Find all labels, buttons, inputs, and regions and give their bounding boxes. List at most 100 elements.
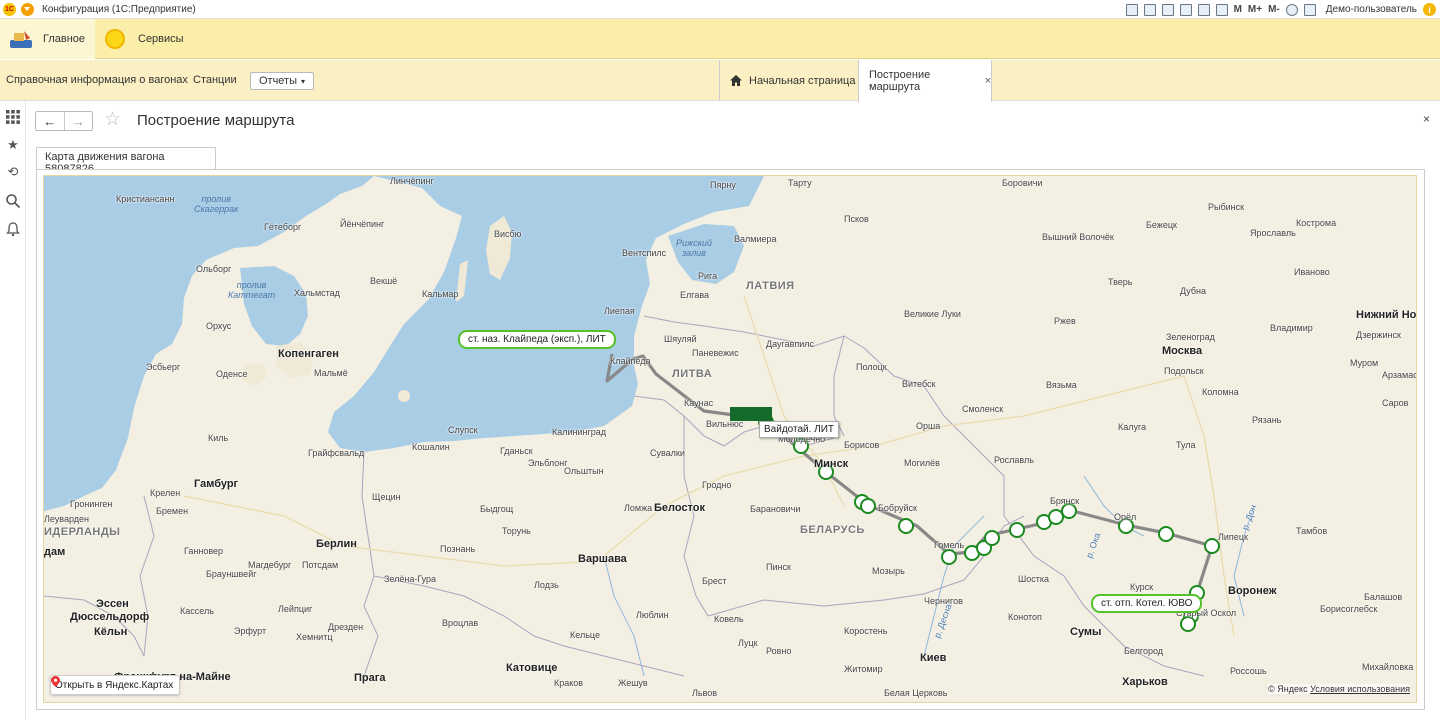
calculator-icon[interactable] xyxy=(1197,3,1210,16)
map-label: Векшё xyxy=(370,276,398,286)
map-label: Дзержинск xyxy=(1356,330,1401,340)
map-label-city: Гамбург xyxy=(194,478,239,490)
station-tooltip: Вайдотай. ЛИТ xyxy=(759,421,840,438)
print-preview-icon[interactable] xyxy=(1179,3,1192,16)
zoom-icon[interactable] xyxy=(1285,3,1298,16)
attach-icon[interactable] xyxy=(1161,3,1174,16)
section-home[interactable]: Главное xyxy=(0,19,95,59)
history-icon[interactable]: ⟲ xyxy=(5,164,21,180)
user-name[interactable]: Демо-пользователь xyxy=(1326,4,1417,15)
map-label: Мальмё xyxy=(314,368,348,378)
section-services[interactable]: Сервисы xyxy=(95,19,195,59)
window-mode-icon[interactable] xyxy=(1303,3,1316,16)
reports-label: Отчеты xyxy=(258,75,297,87)
map-label-city: Дюссельдорф xyxy=(70,611,150,623)
map-label: Сувалки xyxy=(650,448,685,458)
nav-link-stations[interactable]: Станции xyxy=(193,74,237,86)
map-label: Щецин xyxy=(372,492,401,502)
route-map[interactable]: Кристиансанн пролив Скагеррак Гётеборг Й… xyxy=(43,175,1417,703)
map-label: Тарту xyxy=(788,178,812,188)
map-label: Белгород xyxy=(1124,646,1164,656)
left-sidebar: ★ ⟲ xyxy=(0,101,26,719)
map-label: Ржев xyxy=(1054,316,1076,326)
map-label: Рыбинск xyxy=(1208,202,1245,212)
map-label: Дубна xyxy=(1180,286,1207,296)
map-label-city: Кёльн xyxy=(94,626,128,638)
map-label: Зелёна-Гура xyxy=(384,574,437,584)
home-icon xyxy=(730,75,742,86)
history-nav-buttons: ← → xyxy=(35,111,93,131)
map-label: Бремен xyxy=(156,506,189,516)
map-label: Гомель xyxy=(934,540,965,550)
map-label-country: ЛАТВИЯ xyxy=(746,280,795,292)
map-label: Кальмар xyxy=(422,289,459,299)
print-icon[interactable] xyxy=(1143,3,1156,16)
memory-button[interactable]: M xyxy=(1234,4,1242,15)
save-icon[interactable] xyxy=(1125,3,1138,16)
close-form-icon[interactable]: × xyxy=(1423,112,1430,126)
map-label: Луцк xyxy=(738,638,758,648)
map-label: Ломжа xyxy=(624,503,653,513)
open-in-yandex-maps-label: Открыть в Яндекс.Картах xyxy=(55,679,174,691)
calendar-icon[interactable] xyxy=(1215,3,1228,16)
map-label: Шостка xyxy=(1018,574,1050,584)
tab-close-icon[interactable]: × xyxy=(985,75,991,87)
back-button[interactable]: ← xyxy=(36,112,65,130)
main-menu-icon[interactable] xyxy=(21,2,34,16)
map-label: Коростень xyxy=(844,626,888,636)
map-label: Хемнитц xyxy=(296,632,333,642)
map-label: Гронинген xyxy=(70,499,113,509)
map-label: Торунь xyxy=(502,526,531,536)
memory-plus-button[interactable]: M+ xyxy=(1248,4,1262,15)
map-label-sea: пролив Скагеррак xyxy=(194,194,239,214)
map-label: Белая Церковь xyxy=(884,688,948,698)
terms-of-use-link[interactable]: Условия использования xyxy=(1310,684,1410,694)
map-label: Смоленск xyxy=(962,404,1004,414)
map-pin-icon xyxy=(51,676,60,687)
map-label: Россошь xyxy=(1230,666,1267,676)
map-label: Муром xyxy=(1350,358,1379,368)
home-section-icon xyxy=(10,31,32,48)
map-label: Иваново xyxy=(1294,267,1330,277)
forward-button[interactable]: → xyxy=(65,112,93,130)
memory-minus-button[interactable]: M- xyxy=(1268,4,1280,15)
map-label-city: Эссен xyxy=(96,598,129,610)
map-label-city: Варшава xyxy=(578,553,627,565)
map-label: Кассель xyxy=(180,606,214,616)
map-label: Вышний Волочёк xyxy=(1042,232,1114,242)
tab-route-label: Построение маршрута xyxy=(869,69,931,93)
map-label: Пярну xyxy=(710,180,736,190)
destination-station-callout[interactable]: ст. отп. Котел. ЮВО xyxy=(1091,594,1203,613)
origin-station-callout[interactable]: ст. наз. Клайпеда (эксп.), ЛИТ xyxy=(458,330,616,349)
map-label: Коломна xyxy=(1202,387,1239,397)
1c-logo-icon[interactable]: 1С xyxy=(3,2,16,16)
search-icon[interactable] xyxy=(5,193,21,209)
info-icon[interactable]: i xyxy=(1423,3,1436,16)
favorite-star-icon[interactable]: ☆ xyxy=(104,110,121,130)
map-label: Орёл xyxy=(1114,512,1137,522)
reports-dropdown[interactable]: Отчеты ▾ xyxy=(250,72,314,90)
map-label: Висбю xyxy=(494,229,522,239)
current-position-marker[interactable] xyxy=(730,407,772,421)
map-label: Гродно xyxy=(702,480,732,490)
map-label: Даугавпилс xyxy=(766,339,815,349)
map-label: Калуга xyxy=(1118,422,1147,432)
map-label: Хальмстад xyxy=(294,288,340,298)
form-tab-wagon-map[interactable]: Карта движения вагона 58087826 xyxy=(36,147,216,175)
services-section-icon xyxy=(105,29,125,49)
tab-home-page[interactable]: Начальная страница xyxy=(719,60,858,101)
map-label: Гданьск xyxy=(500,446,533,456)
map-label: Михайловка xyxy=(1362,662,1414,672)
favorites-icon[interactable]: ★ xyxy=(5,137,21,153)
nav-link-wagon-info[interactable]: Справочная информация о вагонах xyxy=(6,74,188,86)
notifications-icon[interactable] xyxy=(5,221,21,237)
map-label: Кельце xyxy=(570,630,600,640)
map-label: Борисоглебск xyxy=(1320,604,1378,614)
map-label: Борисов xyxy=(844,440,880,450)
open-in-yandex-maps-button[interactable]: Открыть в Яндекс.Картах xyxy=(50,675,181,695)
all-functions-icon[interactable] xyxy=(5,109,21,125)
map-label-country: ИДЕРЛАНДЫ xyxy=(44,526,121,538)
map-label: Кристиансанн xyxy=(116,194,175,204)
map-label: Подольск xyxy=(1164,366,1204,376)
tab-route-building[interactable]: Построение маршрута × xyxy=(858,60,992,102)
